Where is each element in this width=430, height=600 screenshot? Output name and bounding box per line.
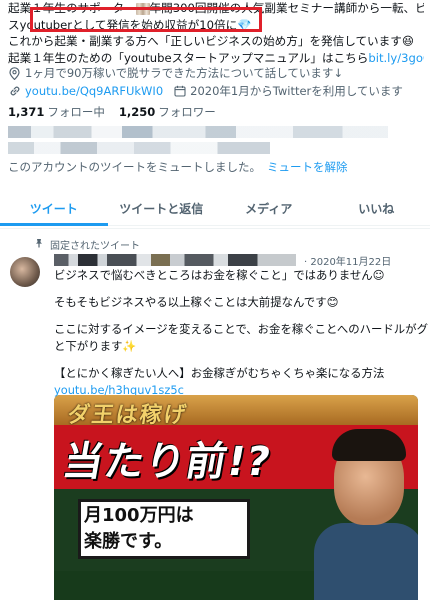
location-pin-icon <box>8 66 21 80</box>
bio-link[interactable]: bit.ly/3goCf0I <box>368 51 424 65</box>
person-hair <box>332 429 406 461</box>
tweet-text-line: そもそもビジネスやる以上稼ぐことは大前提なんです😊 <box>54 295 339 309</box>
following-label: フォロー中 <box>47 105 105 119</box>
muted-notice-text: このアカウントのツイートをミュートしました。 <box>8 160 261 174</box>
pin-icon <box>34 238 44 251</box>
tweet-date[interactable]: · 2020年11月22日 <box>304 253 391 268</box>
tab-tweets[interactable]: ツイート <box>0 192 108 226</box>
followers-count: 1,250 <box>118 105 156 119</box>
avatar[interactable] <box>10 257 40 287</box>
redacted-followers-you-know <box>8 126 388 138</box>
pinned-indicator: 固定されたツイート <box>34 237 140 252</box>
thumbnail-caption-line: 月100万円は <box>84 505 194 526</box>
thumbnail-person <box>314 415 418 600</box>
tweet-media-thumbnail[interactable]: ダ王は稼げ 当たり前!? 月100万円は 楽勝です。 <box>54 395 418 600</box>
following-count: 1,371 <box>8 105 45 119</box>
follow-stats: 1,371 フォロー中 1,250 フォロワー <box>8 104 216 120</box>
calendar-icon <box>173 85 186 98</box>
profile-link-joined-row: youtu.be/Qq9ARFUkWI0 2020年1月からTwitterを利用… <box>8 82 424 100</box>
thumbnail-bottom <box>54 571 324 600</box>
joined-date-text: 2020年1月からTwitterを利用しています <box>190 84 403 98</box>
thumbnail-headline: 当たり前!? <box>59 439 275 485</box>
profile-location: 1ヶ月で90万稼いで脱サラできた方法について話しています↓ <box>8 64 424 82</box>
bio-text: これから起業・副業する方へ「正しいビジネスの始め方」を発信しています😆 <box>8 34 414 48</box>
tweet-text-line: ここに対するイメージを変えることで、お金を稼ぐことへのハードルがグッ <box>54 322 430 336</box>
tab-media[interactable]: メディア <box>215 192 323 225</box>
pinned-tweet[interactable]: 固定されたツイート · 2020年11月22日 ビジネスで悩むべきところはお金を… <box>0 228 430 600</box>
redacted-followers-you-know-2 <box>8 142 270 154</box>
muted-notice: このアカウントのツイートをミュートしました。 ミュートを解除 <box>8 159 348 175</box>
profile-meta: 1ヶ月で90万稼いで脱サラできた方法について話しています↓ youtu.be/Q… <box>8 64 424 100</box>
tweet-body: ビジネスで悩むべきところはお金を稼ぐこと」ではありません☺ そもそもビジネスやる… <box>54 267 430 399</box>
profile-tabs: ツイート ツイートと返信 メディア いいね <box>0 192 430 226</box>
person-shirt <box>314 523 418 600</box>
red-highlight-box <box>30 7 262 32</box>
pinned-label: 固定されたツイート <box>50 241 140 252</box>
bio-text: 起業１年生のための「youtubeスタートアップマニュアル」はこちら <box>8 50 369 65</box>
profile-website-link[interactable]: youtu.be/Qq9ARFUkWI0 <box>25 82 163 100</box>
unmute-link[interactable]: ミュートを解除 <box>267 160 348 174</box>
tab-likes[interactable]: いいね <box>323 192 430 225</box>
tweet-text-line: と下がります✨ <box>54 339 137 353</box>
bio-text: ス <box>8 17 20 32</box>
location-text: 1ヶ月で90万稼いで脱サラできた方法について話しています↓ <box>25 66 344 80</box>
tweet-header: · 2020年11月22日 <box>54 253 424 268</box>
tab-tweets-and-replies[interactable]: ツイートと返信 <box>108 192 216 225</box>
followers-label: フォロワー <box>158 105 216 119</box>
tweet-text-line: 【とにかく稼ぎたい人へ】お金稼ぎがむちゃくちゃ楽になる方法 <box>54 366 385 380</box>
tweet-text-line: ビジネスで悩むべきところはお金を稼ぐこと」ではありません☺ <box>54 268 385 282</box>
following-link[interactable]: 1,371 フォロー中 <box>8 104 105 120</box>
thumbnail-caption: 月100万円は 楽勝です。 <box>84 503 250 555</box>
link-icon <box>8 85 21 98</box>
thumbnail-caption-line: 楽勝です。 <box>84 531 173 552</box>
followers-link[interactable]: 1,250 フォロワー <box>119 104 216 120</box>
bio-line-3: これから起業・副業する方へ「正しいビジネスの始め方」を発信しています😆 <box>8 33 424 50</box>
redacted-display-name[interactable] <box>54 254 296 266</box>
